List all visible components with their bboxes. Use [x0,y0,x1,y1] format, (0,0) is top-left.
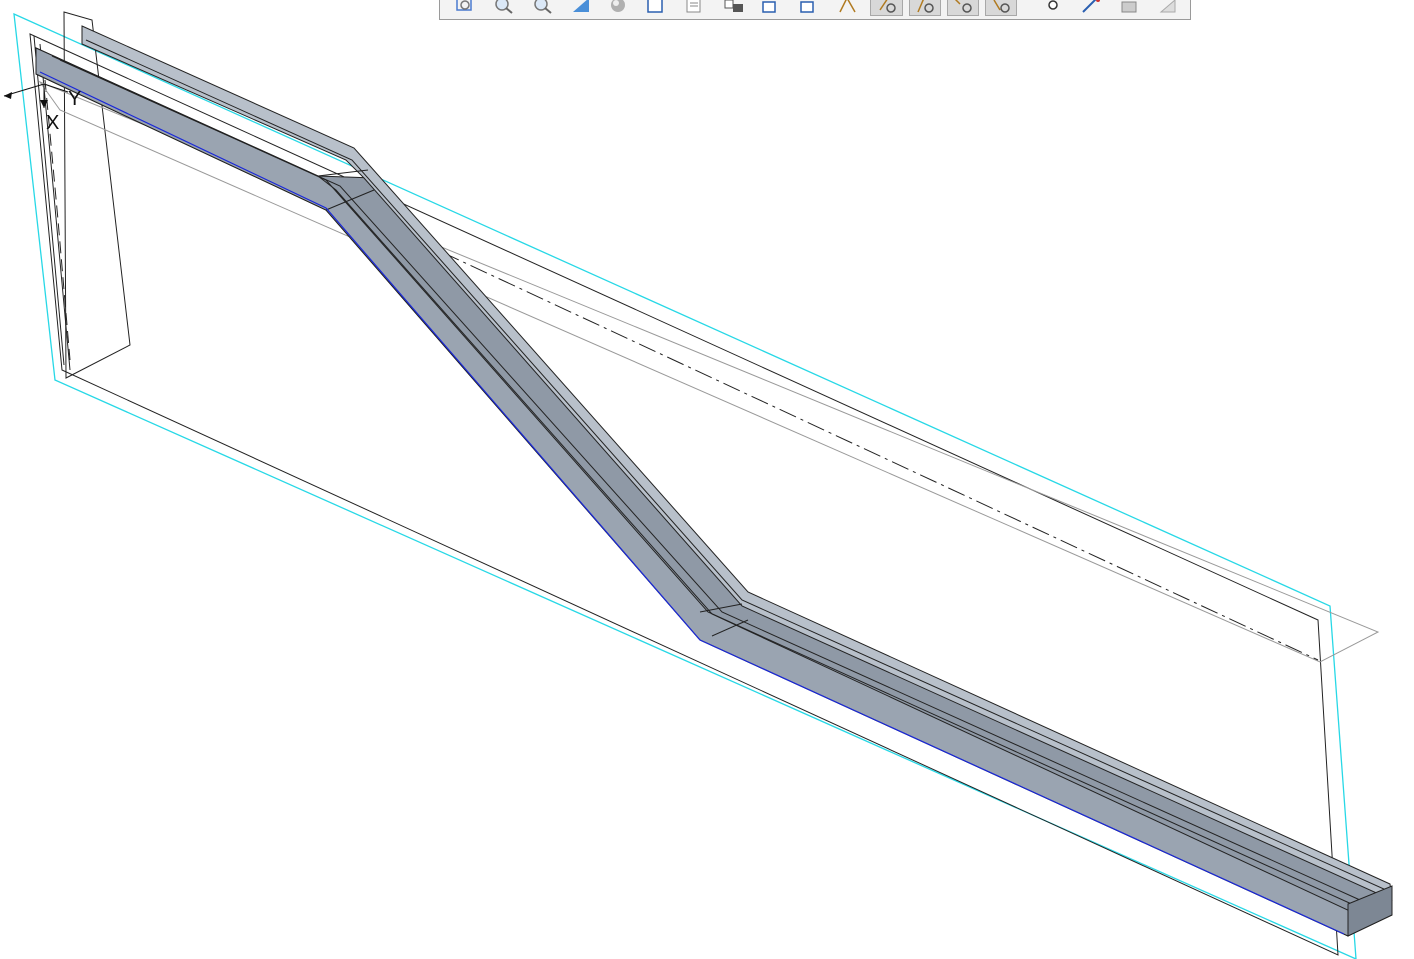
datum-tags-icon[interactable] [985,0,1018,16]
csys-z-label-partial: : [0,86,4,109]
refit-icon[interactable] [450,0,482,16]
csys-display-icon[interactable] [870,0,903,16]
annotation-display-icon[interactable] [908,0,941,16]
graphics-canvas[interactable] [0,0,1414,959]
channel-top-flange[interactable] [81,25,1393,901]
curve-tag-icon[interactable] [1075,0,1107,16]
point-display-icon[interactable] [832,0,864,16]
zoom-out-icon[interactable] [526,0,558,16]
view-orient-icon[interactable] [565,0,597,16]
spin-center-icon[interactable] [946,0,980,16]
zoom-in-icon[interactable] [488,0,520,16]
shading-icon[interactable] [603,0,635,16]
axis-display-icon[interactable] [794,0,826,16]
graphics-toolbar [439,0,1191,20]
model-viewport[interactable]: Y X : [0,0,1414,959]
csys-x-label: X [46,112,60,134]
sketch-icon[interactable] [1114,0,1146,16]
display-style-icon[interactable] [679,0,711,16]
datum-axis[interactable] [329,199,1319,661]
view-manager-icon[interactable] [718,0,750,16]
plane-display-icon[interactable] [756,0,788,16]
point-tag-icon[interactable] [1037,0,1069,16]
more-icon[interactable] [1152,0,1184,16]
saved-views-icon[interactable] [641,0,673,16]
csys-y-label: Y [68,88,82,110]
